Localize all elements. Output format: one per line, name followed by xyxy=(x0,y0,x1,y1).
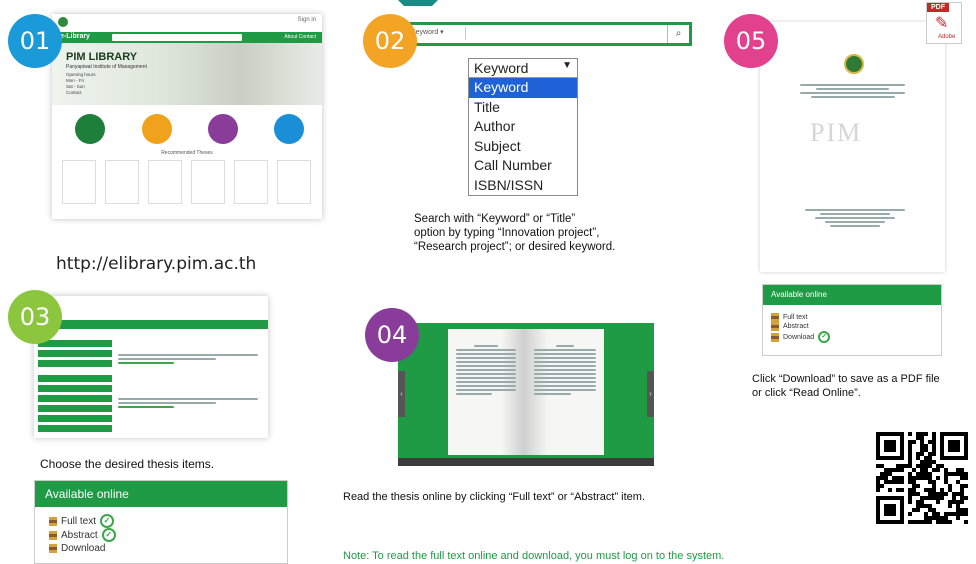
facet-item[interactable] xyxy=(38,415,112,422)
hero-title: PIM LIBRARY xyxy=(66,51,138,63)
facet-item[interactable] xyxy=(38,360,112,367)
book-icon[interactable] xyxy=(142,114,172,144)
pim-seal-icon xyxy=(844,54,864,74)
facet-sidebar xyxy=(38,340,112,432)
pim-logo-icon xyxy=(58,17,68,27)
available-online-header: Available online xyxy=(763,285,941,305)
thesis-card[interactable] xyxy=(191,160,225,204)
document-icon xyxy=(49,544,57,553)
hero-line-4: Contact xyxy=(66,90,82,95)
prev-page-arrow-icon[interactable]: ‹ xyxy=(398,371,405,417)
hero-line-1: Opening hours xyxy=(66,72,96,77)
flipbook-reader: ‹ › xyxy=(398,323,654,466)
hero-subtitle: Panyapiwat Institute of Management xyxy=(66,64,147,70)
globe-icon[interactable] xyxy=(208,114,238,144)
available-online-box-03: Available online Full text ✓ Abstract ✓ … xyxy=(34,480,288,564)
search-results-screenshot xyxy=(34,296,268,438)
dropdown-option-keyword[interactable]: Keyword xyxy=(469,78,577,98)
facet-item[interactable] xyxy=(38,395,112,402)
step-badge-02: 02 xyxy=(363,14,417,68)
user-icon[interactable] xyxy=(75,114,105,144)
login-note: Note: To read the full text online and d… xyxy=(343,550,725,562)
abstract-link[interactable]: Abstract ✓ xyxy=(49,528,287,542)
dropdown-option-title[interactable]: Title xyxy=(469,98,577,118)
step-03-caption: Choose the desired thesis items. xyxy=(40,457,215,471)
dropdown-selected[interactable]: Keyword ▼ xyxy=(469,59,577,78)
thesis-card[interactable] xyxy=(148,160,182,204)
download-link[interactable]: Download ✓ xyxy=(771,331,941,343)
section-title: Recommended Theses xyxy=(161,150,213,156)
step-badge-05: 05 xyxy=(724,14,778,68)
help-icon[interactable] xyxy=(274,114,304,144)
title-lines xyxy=(800,82,905,100)
qr-code-icon xyxy=(876,432,968,524)
facet-item[interactable] xyxy=(38,425,112,432)
library-url[interactable]: http://elibrary.pim.ac.th xyxy=(56,254,256,274)
thesis-card[interactable] xyxy=(62,160,96,204)
navigation-bar: e-Library About Contact xyxy=(52,32,322,43)
left-page xyxy=(448,329,524,455)
facet-item[interactable] xyxy=(38,340,112,347)
top-tab-decoration xyxy=(398,0,438,6)
document-icon xyxy=(49,516,57,526)
header-link[interactable]: Sign in xyxy=(298,17,316,23)
author-lines xyxy=(805,207,905,229)
thesis-card[interactable] xyxy=(105,160,139,204)
available-online-box-05: Available online Full text Abstract Down… xyxy=(762,284,942,356)
search-bar: Keyword ▾ ⌕ xyxy=(402,22,692,46)
full-text-link[interactable]: Full text xyxy=(771,313,941,322)
document-icon xyxy=(771,322,779,331)
reader-toolbar[interactable] xyxy=(398,458,654,466)
thesis-card[interactable] xyxy=(234,160,268,204)
chevron-down-icon: ▼ xyxy=(562,60,572,71)
search-field-dropdown[interactable]: Keyword ▼ Keyword Title Author Subject C… xyxy=(468,58,578,196)
acrobat-icon: ✎ xyxy=(935,15,949,32)
nav-search-input[interactable] xyxy=(112,34,242,41)
dropdown-option-call-number[interactable]: Call Number xyxy=(469,156,577,176)
result-item[interactable] xyxy=(118,352,258,366)
document-icon xyxy=(771,313,779,322)
download-link[interactable]: Download xyxy=(49,542,287,555)
search-input[interactable] xyxy=(465,27,661,40)
facet-item[interactable] xyxy=(38,375,112,382)
facet-item[interactable] xyxy=(38,405,112,412)
results-nav-bar xyxy=(34,320,268,329)
step-badge-01: 01 xyxy=(8,14,62,68)
checkmark-icon: ✓ xyxy=(101,528,116,542)
pdf-icon: PDF ✎ Adobe xyxy=(926,2,962,44)
pdf-document-preview: PIM xyxy=(760,22,945,272)
full-text-link[interactable]: Full text ✓ xyxy=(49,514,287,528)
document-icon xyxy=(49,530,57,540)
dropdown-option-isbn[interactable]: ISBN/ISSN xyxy=(469,176,577,196)
facet-item[interactable] xyxy=(38,385,112,392)
facet-item[interactable] xyxy=(38,350,112,357)
homepage-screenshot: Sign in e-Library About Contact PIM LIBR… xyxy=(52,14,322,219)
nav-title[interactable]: e-Library xyxy=(60,33,90,40)
next-page-arrow-icon[interactable]: › xyxy=(647,371,654,417)
pim-watermark: PIM xyxy=(810,118,863,147)
step-badge-04: 04 xyxy=(365,308,419,362)
checkmark-icon: ✓ xyxy=(100,514,115,528)
abstract-link[interactable]: Abstract xyxy=(771,322,941,331)
search-icon[interactable]: ⌕ xyxy=(667,25,689,43)
dropdown-option-author[interactable]: Author xyxy=(469,117,577,137)
step-04-caption: Read the thesis online by clicking “Full… xyxy=(343,491,646,503)
step-02-caption: Search with “Keyword” or “Title” option … xyxy=(414,213,616,253)
hero-line-2: Mon - Fri xyxy=(66,78,84,83)
document-icon xyxy=(771,332,779,342)
available-online-header: Available online xyxy=(35,481,287,507)
checkmark-icon: ✓ xyxy=(818,331,831,343)
nav-links[interactable]: About Contact xyxy=(284,34,316,40)
result-item[interactable] xyxy=(118,396,258,410)
step-05-caption: Click “Download” to save as a PDF file o… xyxy=(752,373,940,399)
hero-line-3: Sat - Sun xyxy=(66,84,85,89)
thesis-card[interactable] xyxy=(277,160,311,204)
right-page xyxy=(524,329,604,455)
dropdown-option-subject[interactable]: Subject xyxy=(469,137,577,157)
hero-banner: PIM LIBRARY Panyapiwat Institute of Mana… xyxy=(52,43,322,105)
step-badge-03: 03 xyxy=(8,290,62,344)
